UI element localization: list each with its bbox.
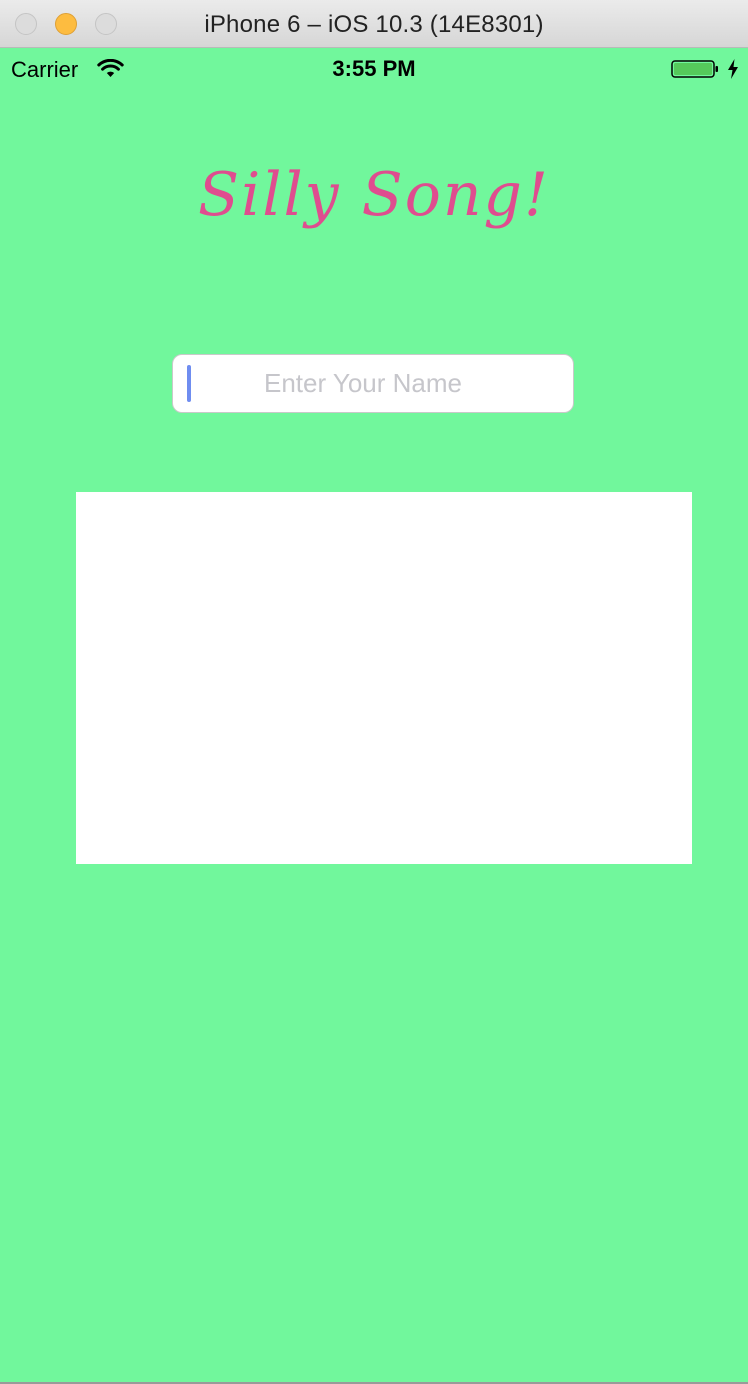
window-title: iPhone 6 – iOS 10.3 (14E8301) [204, 11, 544, 38]
battery-icon [671, 60, 718, 78]
lyrics-text-view[interactable] [76, 492, 692, 864]
status-bar: Carrier 3:55 PM [0, 48, 748, 88]
text-cursor [187, 365, 191, 402]
status-time: 3:55 PM [332, 56, 416, 81]
app-title: Silly Song! [197, 160, 551, 230]
title-bar: iPhone 6 – iOS 10.3 (14E8301) [0, 0, 748, 48]
name-input[interactable] [193, 355, 533, 412]
name-text-field[interactable] [172, 354, 574, 413]
charging-bolt-icon [728, 59, 738, 79]
simulator-window: iPhone 6 – iOS 10.3 (14E8301) Carrier 3:… [0, 0, 748, 1384]
